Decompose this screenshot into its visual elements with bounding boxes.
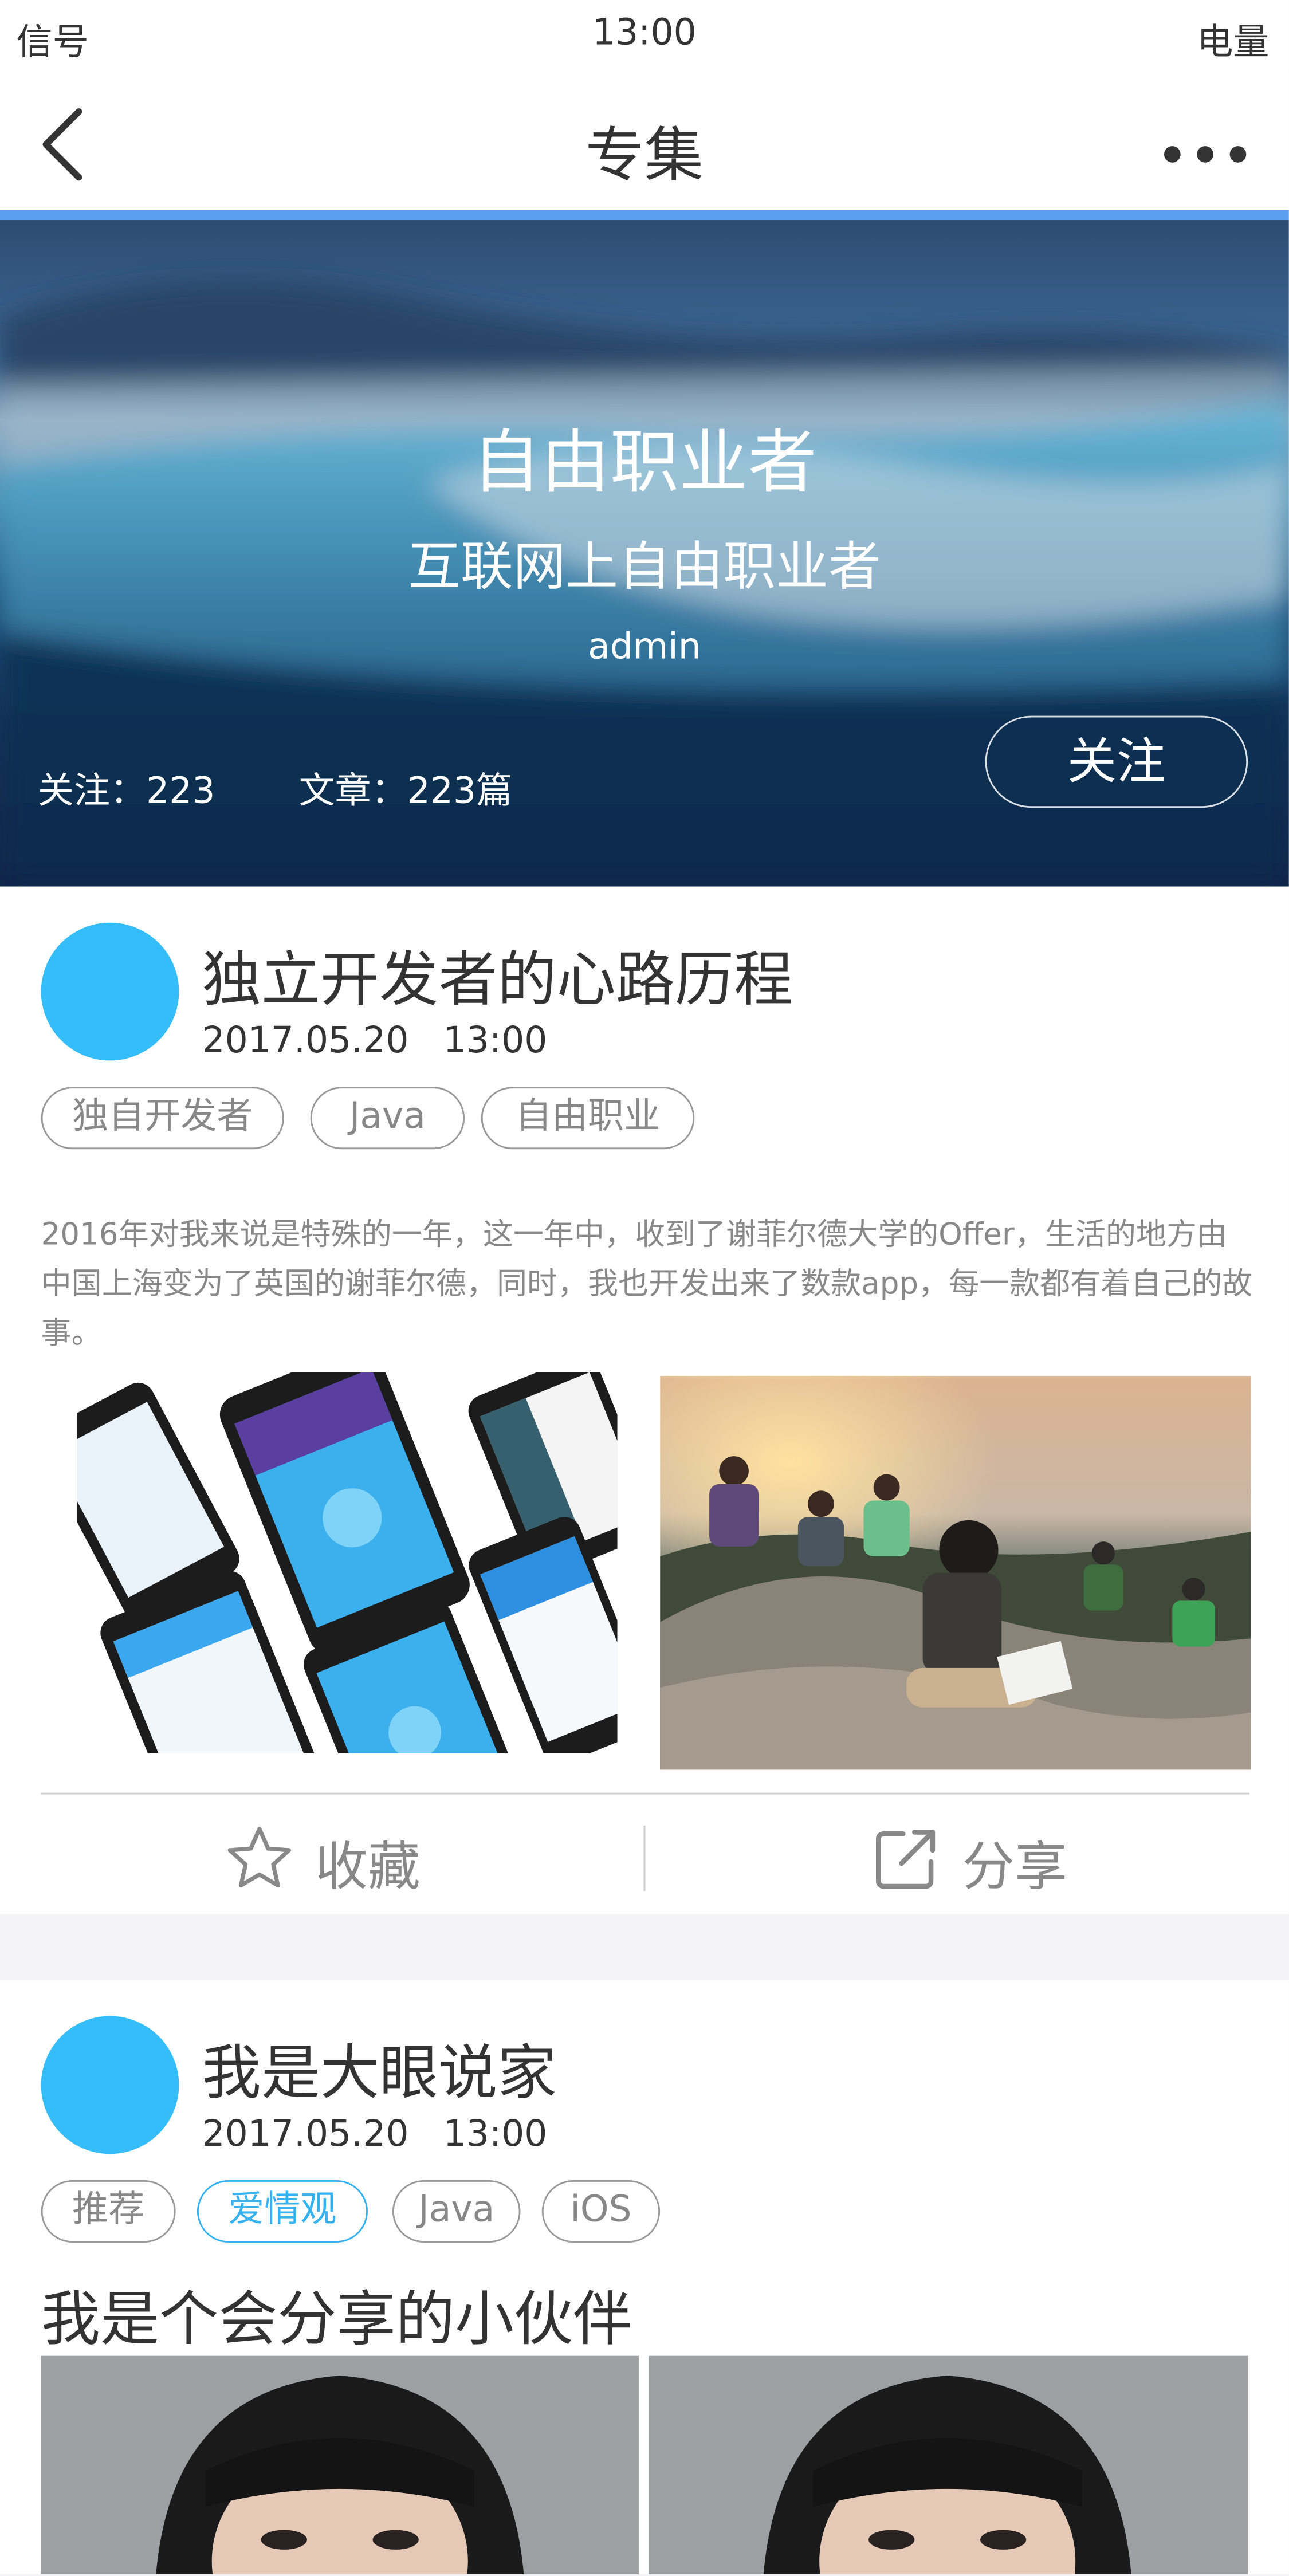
post-title[interactable]: 我是大眼说家 xyxy=(202,2026,557,2111)
post-image-portrait[interactable] xyxy=(649,2355,1248,2574)
share-button[interactable]: 分享 xyxy=(870,1819,1084,1901)
sunset-photo xyxy=(660,1375,1251,1770)
star-icon xyxy=(227,1827,291,1888)
actions-separator xyxy=(643,1825,646,1891)
collection-author: admin xyxy=(588,627,701,668)
share-icon xyxy=(876,1830,936,1889)
post-heading: 我是个会分享的小伙伴 xyxy=(41,2287,632,2354)
avatar[interactable] xyxy=(41,922,179,1061)
post-card[interactable]: 我是大眼说家 2017.05.20 13:00 推荐 爱情观 Java iOS … xyxy=(0,1980,1289,2574)
post-date: 2017.05.20 13:00 xyxy=(202,1021,548,1063)
tag-chip[interactable]: 自由职业 xyxy=(481,1087,695,1150)
articles-count: 文章：223篇 xyxy=(298,772,513,813)
favorite-label: 收藏 xyxy=(315,1835,421,1898)
post-image-phones[interactable] xyxy=(77,1372,618,1753)
app-screen: 信号 13:00 电量 专集 自由职业者 互联网上自由职业者 admin 关注：… xyxy=(0,0,1289,2574)
status-bar: 信号 13:00 电量 xyxy=(0,0,1289,73)
share-label: 分享 xyxy=(962,1835,1067,1898)
post-title[interactable]: 独立开发者的心路历程 xyxy=(202,933,793,1018)
phones-illustration xyxy=(77,1372,618,1753)
collection-header: 自由职业者 互联网上自由职业者 admin 关注：223 文章：223篇 关注 xyxy=(0,220,1289,887)
tag-chip[interactable]: 推荐 xyxy=(41,2180,176,2243)
avatar[interactable] xyxy=(41,2016,179,2154)
nav-bar: 专集 xyxy=(0,72,1289,210)
tag-chip-active[interactable]: 爱情观 xyxy=(197,2180,368,2243)
portrait-photo xyxy=(649,2355,1248,2574)
battery-indicator: 电量 xyxy=(1197,23,1270,64)
collection-subtitle: 互联网上自由职业者 xyxy=(408,535,881,598)
followers-count: 关注：223 xyxy=(37,772,215,813)
tag-chip[interactable]: Java xyxy=(310,1087,465,1150)
post-excerpt: 2016年对我来说是特殊的一年，这一年中，收到了谢菲尔德大学的Offer，生活的… xyxy=(41,1218,1253,1351)
post-card[interactable]: 独立开发者的心路历程 2017.05.20 13:00 独自开发者 Java 自… xyxy=(0,886,1289,1914)
favorite-button[interactable]: 收藏 xyxy=(223,1819,437,1901)
nav-accent-bar xyxy=(0,210,1289,221)
portrait-photo xyxy=(41,2355,639,2574)
tag-chip[interactable]: 独自开发者 xyxy=(41,1087,284,1150)
actions-divider xyxy=(41,1792,1250,1795)
more-icon[interactable] xyxy=(1156,138,1255,171)
tag-chip[interactable]: Java xyxy=(392,2180,521,2243)
follow-button[interactable]: 关注 xyxy=(985,715,1248,808)
page-title: 专集 xyxy=(585,123,704,191)
post-date: 2017.05.20 13:00 xyxy=(202,2114,548,2156)
post-image-portrait[interactable] xyxy=(41,2355,639,2574)
clock: 13:00 xyxy=(592,13,697,54)
collection-title: 自由职业者 xyxy=(471,422,817,502)
tag-chip[interactable]: iOS xyxy=(541,2180,661,2243)
post-image-sunset[interactable] xyxy=(660,1375,1251,1770)
